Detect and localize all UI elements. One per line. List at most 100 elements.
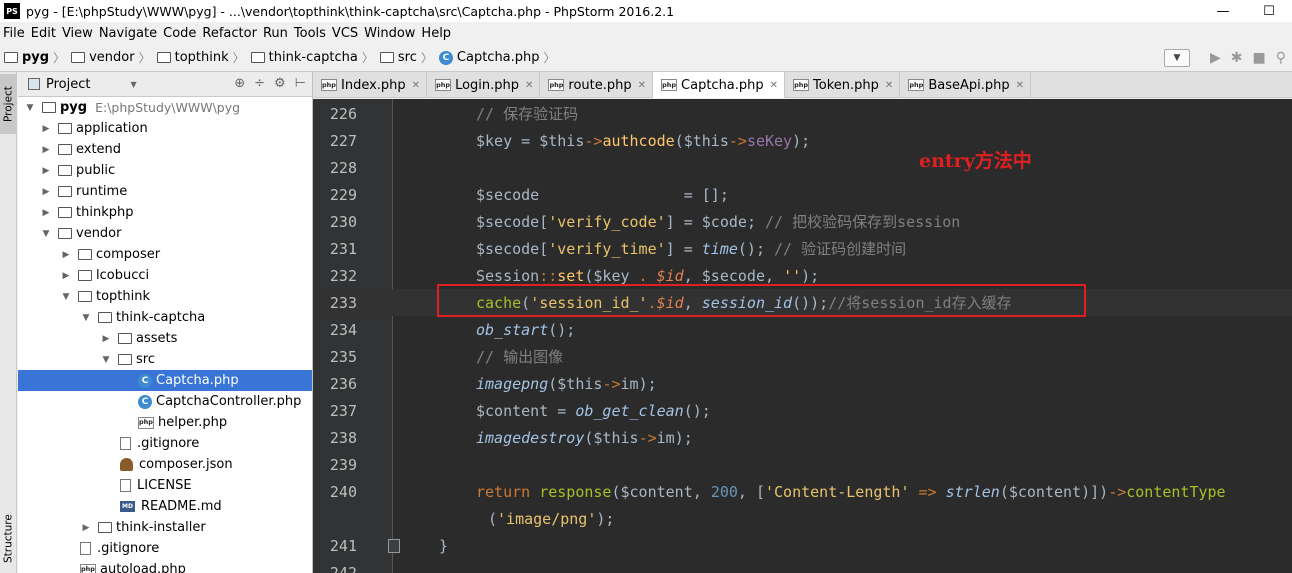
tree-item-extend[interactable]: ▶ extend (18, 139, 312, 160)
code-line[interactable]: 239 (313, 451, 1292, 478)
tree-item-lcobucci[interactable]: ▶ lcobucci (18, 265, 312, 286)
close-icon[interactable]: ✕ (885, 80, 893, 91)
tree-item-composer-json[interactable]: composer.json (18, 454, 312, 475)
code-line[interactable]: 237 $content = ob_get_clean(); (313, 397, 1292, 424)
tree-root-pyg[interactable]: ▼ pyg E:\phpStudy\WWW\pyg (18, 97, 312, 118)
close-icon[interactable]: ✕ (1016, 80, 1024, 91)
tree-item-assets[interactable]: ▶ assets (18, 328, 312, 349)
chevron-right-icon[interactable]: ▶ (40, 124, 52, 134)
run-config-dropdown[interactable]: ▼ (1163, 49, 1190, 67)
chevron-down-icon[interactable]: ▼ (24, 103, 36, 113)
tab-baseapi-php[interactable]: php BaseApi.php ✕ (900, 72, 1031, 98)
breadcrumb-captcha-php[interactable]: C Captcha.php 〉 (438, 49, 562, 66)
menu-vcs[interactable]: VCS (331, 26, 363, 41)
structure-tool-tab[interactable]: Structure (0, 507, 17, 571)
tree-item-public[interactable]: ▶ public (18, 160, 312, 181)
tree-item-readme-md[interactable]: MD README.md (18, 496, 312, 517)
close-icon[interactable]: ✕ (525, 80, 533, 91)
project-view-selector[interactable]: Project (46, 77, 90, 92)
breadcrumb-think-captcha[interactable]: think-captcha 〉 (250, 49, 380, 66)
hide-panel-icon[interactable]: ⊢ (295, 76, 306, 91)
chevron-right-icon[interactable]: ▶ (40, 166, 52, 176)
code-line[interactable]: 227 $key = $this->authcode($this->seKey)… (313, 127, 1292, 154)
tree-item-think-captcha[interactable]: ▼ think-captcha (18, 307, 312, 328)
code-line[interactable]: 229 $secode = []; (313, 181, 1292, 208)
chevron-right-icon[interactable]: ▶ (40, 208, 52, 218)
menu-window[interactable]: Window (363, 26, 420, 41)
menu-tools[interactable]: Tools (293, 26, 331, 41)
breadcrumb-topthink[interactable]: topthink 〉 (156, 49, 251, 66)
chevron-right-icon[interactable]: ▶ (40, 187, 52, 197)
menu-run[interactable]: Run (262, 26, 293, 41)
code-line-wrapped[interactable]: ('image/png'); (313, 505, 1292, 532)
tree-item-thinkphp[interactable]: ▶ thinkphp (18, 202, 312, 223)
breadcrumb-separator: 〉 (138, 51, 151, 65)
gear-icon[interactable]: ⚙ (274, 76, 286, 91)
chevron-down-icon[interactable]: ▼ (40, 229, 52, 239)
tab-login-php[interactable]: php Login.php ✕ (427, 72, 541, 98)
tab-captcha-php[interactable]: php Captcha.php ✕ (653, 72, 786, 98)
tree-item-topthink[interactable]: ▼ topthink (18, 286, 312, 307)
project-tool-tab[interactable]: Project (0, 74, 17, 134)
tree-item-gitignore[interactable]: .gitignore (18, 433, 312, 454)
chevron-right-icon[interactable]: ▶ (40, 145, 52, 155)
code-line[interactable]: 235 // 输出图像 (313, 343, 1292, 370)
close-icon[interactable]: ✕ (770, 80, 778, 91)
minimize-button[interactable]: — (1200, 0, 1246, 22)
tree-item-application[interactable]: ▶ application (18, 118, 312, 139)
code-line[interactable]: 226 // 保存验证码 (313, 100, 1292, 127)
tree-item-autoload-php[interactable]: php autoload.php (18, 559, 312, 573)
menu-edit[interactable]: Edit (30, 26, 61, 41)
code-line[interactable]: 240 return response($content, 200, ['Con… (313, 478, 1292, 505)
chevron-down-icon[interactable]: ▼ (80, 313, 92, 323)
fold-marker-icon[interactable] (388, 539, 400, 553)
tree-item-vendor[interactable]: ▼ vendor (18, 223, 312, 244)
close-icon[interactable]: ✕ (412, 80, 420, 91)
tree-item-license[interactable]: LICENSE (18, 475, 312, 496)
tree-item-helper-php[interactable]: php helper.php (18, 412, 312, 433)
code-editor[interactable]: 226 // 保存验证码 227 $key = $this->authcode(… (313, 99, 1292, 573)
breadcrumb-src[interactable]: src 〉 (379, 49, 439, 66)
breadcrumb-pyg[interactable]: pyg 〉 (4, 49, 71, 66)
target-icon[interactable]: ⊕ (234, 76, 245, 91)
close-icon[interactable]: ✕ (638, 80, 646, 91)
chevron-right-icon[interactable]: ▶ (80, 523, 92, 533)
chevron-down-icon[interactable]: ▼ (100, 355, 112, 365)
code-line[interactable]: 236 imagepng($this->im); (313, 370, 1292, 397)
tree-item-think-installer[interactable]: ▶ think-installer (18, 517, 312, 538)
menu-navigate[interactable]: Navigate (98, 26, 162, 41)
code-line[interactable]: 230 $secode['verify_code'] = $code; // 把… (313, 208, 1292, 235)
collapse-icon[interactable]: ÷ (254, 76, 265, 91)
search-everywhere-icon[interactable]: ⚲ (1276, 50, 1286, 66)
chevron-right-icon[interactable]: ▶ (60, 271, 72, 281)
tree-item-captchacontroller-php[interactable]: C CaptchaController.php (18, 391, 312, 412)
stop-icon[interactable]: ■ (1253, 50, 1266, 66)
tree-item-vendor-gitignore[interactable]: .gitignore (18, 538, 312, 559)
chevron-right-icon[interactable]: ▶ (60, 250, 72, 260)
tree-item-composer[interactable]: ▶ composer (18, 244, 312, 265)
tab-token-php[interactable]: php Token.php ✕ (785, 72, 901, 98)
tree-item-src[interactable]: ▼ src (18, 349, 312, 370)
menu-help[interactable]: Help (420, 26, 456, 41)
code-line[interactable]: 242 (313, 559, 1292, 573)
menu-refactor[interactable]: Refactor (201, 26, 262, 41)
chevron-down-icon[interactable]: ▼ (130, 80, 136, 89)
breadcrumb-vendor[interactable]: vendor 〉 (71, 49, 157, 66)
run-icon[interactable]: ▶ (1210, 50, 1221, 66)
maximize-button[interactable]: ☐ (1246, 0, 1292, 22)
code-line[interactable]: 241 } (313, 532, 1292, 559)
menu-file[interactable]: File (2, 26, 30, 41)
tab-route-php[interactable]: php route.php ✕ (540, 72, 654, 98)
code-line[interactable]: 228 (313, 154, 1292, 181)
debug-icon[interactable]: ✱ (1231, 50, 1243, 66)
code-line[interactable]: 231 $secode['verify_time'] = time(); // … (313, 235, 1292, 262)
chevron-right-icon[interactable]: ▶ (100, 334, 112, 344)
tree-item-captcha-php[interactable]: C Captcha.php (18, 370, 312, 391)
menu-code[interactable]: Code (162, 26, 201, 41)
code-line[interactable]: 238 imagedestroy($this->im); (313, 424, 1292, 451)
code-line[interactable]: 234 ob_start(); (313, 316, 1292, 343)
tree-item-runtime[interactable]: ▶ runtime (18, 181, 312, 202)
menu-view[interactable]: View (61, 26, 98, 41)
tab-index-php[interactable]: php Index.php ✕ (313, 72, 428, 98)
chevron-down-icon[interactable]: ▼ (60, 292, 72, 302)
